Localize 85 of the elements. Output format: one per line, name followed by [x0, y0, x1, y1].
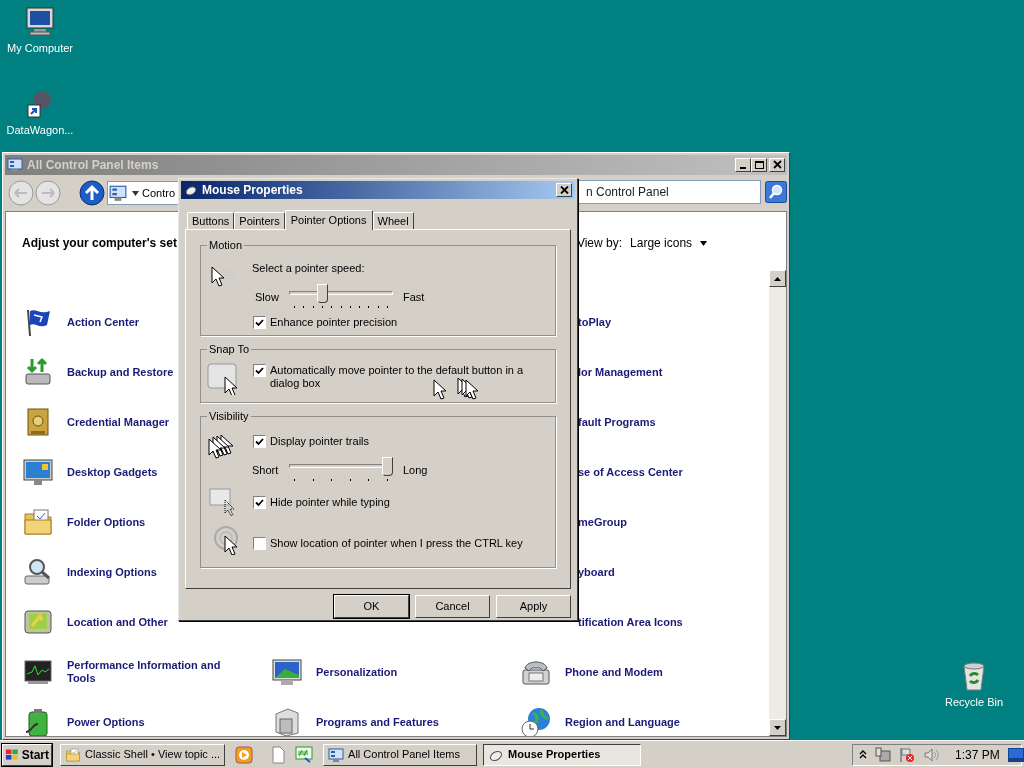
network-icon[interactable] — [875, 746, 891, 763]
folder-icon — [22, 506, 54, 538]
dialog-button[interactable]: OK — [334, 595, 409, 618]
dialog-button[interactable]: Apply — [496, 595, 571, 618]
search-icon[interactable] — [765, 181, 787, 203]
slider[interactable] — [289, 457, 393, 483]
control-panel-icon — [7, 157, 23, 173]
control-panel-link[interactable]: meGroup — [578, 515, 758, 529]
page-heading: Adjust your computer's set — [22, 235, 177, 252]
monitor-icon — [22, 456, 54, 488]
checkbox-label[interactable]: Hide pointer while typing — [270, 496, 530, 509]
slider-label: Slow — [255, 289, 279, 305]
checkbox-label[interactable]: Enhance pointer precision — [270, 316, 530, 329]
taskbar-button[interactable]: Mouse Properties — [483, 743, 642, 766]
checkbox-label[interactable]: Automatically move pointer to the default button in a dialog box — [270, 364, 530, 390]
flag-error-icon[interactable] — [899, 746, 915, 763]
speaker-icon[interactable] — [923, 746, 939, 763]
group-title: Motion — [207, 238, 245, 252]
slider-thumb[interactable] — [317, 284, 328, 303]
search-placeholder: n Control Panel — [586, 184, 669, 201]
media-player-icon[interactable] — [235, 745, 254, 764]
control-panel-link[interactable]: Personalization — [316, 665, 496, 679]
folder-icon — [65, 746, 81, 763]
control-panel-icon — [328, 746, 345, 763]
taskbar-button[interactable]: Classic Shell • View topic ... — [60, 743, 226, 766]
maximize-icon[interactable] — [753, 160, 765, 170]
monitor-icon — [271, 656, 303, 688]
tab[interactable]: Wheel — [372, 212, 414, 229]
checkbox[interactable] — [253, 316, 266, 329]
slider-thumb[interactable] — [382, 457, 393, 476]
backup-icon — [22, 356, 54, 388]
view-by-dropdown[interactable]: Large icons — [630, 234, 708, 252]
checkbox[interactable] — [253, 364, 266, 377]
close-icon[interactable] — [771, 160, 783, 170]
scrollbar[interactable] — [769, 270, 786, 736]
checkbox-label[interactable]: Display pointer trails — [270, 435, 530, 448]
scroll-down-icon[interactable] — [774, 725, 781, 730]
control-panel-link[interactable]: Phone and Modem — [565, 665, 745, 679]
control-panel-link[interactable]: yboard — [578, 565, 758, 579]
checkbox[interactable] — [253, 537, 266, 550]
control-panel-icon — [109, 184, 127, 202]
tab[interactable]: Pointer Options — [284, 210, 373, 230]
control-panel-link[interactable]: tification Area Icons — [578, 615, 758, 629]
clock[interactable]: 1:37 PM — [955, 745, 1000, 764]
control-panel-link[interactable]: Location and Other — [67, 615, 247, 629]
show-desktop-icon[interactable] — [1007, 747, 1024, 762]
group-title: Snap To — [207, 342, 252, 356]
slider-prompt: Select a pointer speed: — [252, 261, 365, 276]
desktop-icon-label[interactable]: My Computer — [7, 40, 73, 57]
dialog-button[interactable]: Cancel — [415, 595, 490, 618]
control-panel-link[interactable]: Power Options — [67, 715, 247, 729]
control-panel-link[interactable]: se of Access Center — [578, 465, 758, 479]
pointer-speed-icon — [209, 264, 239, 290]
control-panel-link[interactable]: fault Programs — [578, 415, 758, 429]
checkbox[interactable] — [253, 496, 266, 509]
desktop-icon-label[interactable]: Recycle Bin — [944, 694, 1004, 711]
control-panel-link[interactable]: lor Management — [578, 365, 758, 379]
slider[interactable] — [289, 284, 393, 310]
slider-label: Fast — [403, 289, 425, 305]
control-panel-link[interactable]: Region and Language — [565, 715, 745, 729]
dialog-title: Mouse Properties — [202, 182, 304, 199]
desktop-icon-label[interactable]: DataWagon... — [6, 122, 74, 139]
window-title: All Control Panel Items — [27, 157, 160, 174]
taskbar-button[interactable]: All Control Panel Items — [323, 743, 478, 766]
mouse-icon — [184, 183, 198, 197]
group-title: Visibility — [207, 409, 251, 423]
dropdown-arrow-icon — [700, 240, 708, 246]
computer-icon — [24, 6, 56, 38]
dropdown-arrow-icon — [132, 190, 139, 196]
slider-label: Short — [252, 462, 279, 478]
checkbox-label[interactable]: Show location of pointer when I press the CTRL key — [270, 537, 530, 550]
control-panel-link[interactable]: toPlay — [578, 315, 758, 329]
windows-logo-icon — [5, 747, 20, 762]
start-button[interactable]: Start — [2, 743, 52, 766]
show-hidden-icons-icon[interactable] — [859, 749, 867, 760]
control-panel-link[interactable]: Programs and Features — [316, 715, 496, 729]
close-icon[interactable] — [559, 186, 569, 194]
breadcrumb[interactable]: Contro — [142, 184, 176, 202]
scroll-up-icon[interactable] — [774, 276, 781, 281]
code-icon[interactable] — [295, 745, 314, 764]
control-panel-link[interactable]: Performance Information and Tools — [67, 659, 247, 685]
checkbox[interactable] — [253, 435, 266, 448]
slider-label: Long — [403, 462, 428, 478]
tab[interactable]: Buttons — [187, 212, 235, 229]
tab[interactable]: Pointers — [234, 212, 285, 229]
